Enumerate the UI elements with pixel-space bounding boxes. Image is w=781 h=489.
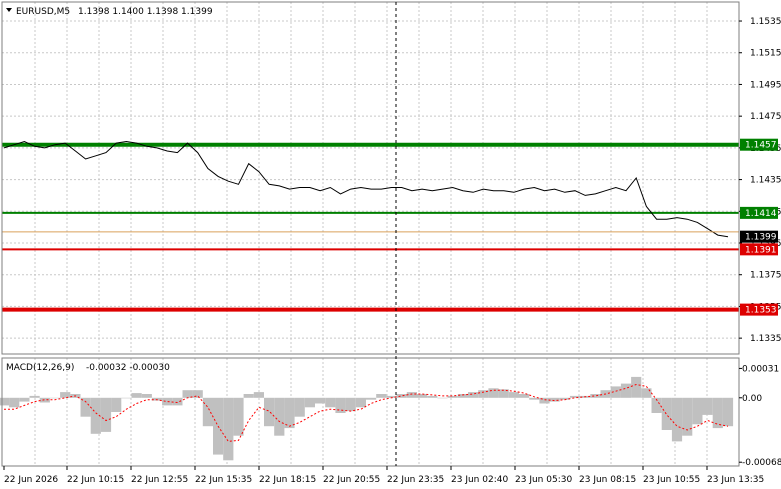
time-tick-label: 22 Jun 23:35 (387, 475, 444, 485)
macd-bar (590, 394, 601, 398)
macd-bar (702, 397, 713, 415)
macd-bar (396, 394, 407, 398)
macd-tick-label: -0.00068 (742, 458, 781, 468)
time-tick-label: 23 Jun 10:55 (643, 475, 700, 485)
macd-bar (620, 383, 632, 398)
macd-bar (345, 397, 356, 412)
symbol-label: EURUSD,M5 (16, 7, 70, 17)
macd-bar (162, 397, 173, 406)
macd-bar (508, 392, 519, 398)
macd-bar (49, 397, 61, 399)
time-tick-label: 22 Jun 18:15 (259, 475, 316, 485)
macd-bar (569, 395, 581, 398)
macd-bar (80, 397, 91, 417)
time-tick-label: 23 Jun 05:30 (515, 475, 572, 485)
macd-bar (223, 397, 234, 461)
macd-bar (172, 397, 183, 406)
level-tag-label: 1.1414 (745, 209, 777, 219)
macd-bar (335, 397, 346, 413)
macd-bar (264, 397, 275, 427)
macd-bar (376, 394, 387, 398)
macd-bar (488, 388, 499, 398)
macd-bar (304, 397, 315, 408)
macd-bar (661, 397, 672, 430)
macd-bar (692, 397, 703, 425)
price-tick-label: 1.1375 (750, 271, 781, 281)
macd-bar (641, 388, 652, 398)
time-tick-label: 23 Jun 02:40 (451, 475, 508, 485)
price-tick-label: 1.1535 (750, 17, 781, 27)
time-tick-label: 23 Jun 13:35 (707, 475, 764, 485)
macd-bar (294, 397, 305, 417)
macd-bar (253, 392, 264, 398)
macd-bar (121, 397, 132, 399)
level-tag-label: 1.1457 (745, 141, 777, 151)
price-tick-label: 1.1435 (750, 176, 781, 186)
macd-bar (9, 397, 20, 408)
macd-bar (111, 397, 122, 412)
time-tick-label: 22 Jun 15:35 (195, 475, 252, 485)
macd-bar (712, 397, 723, 429)
macd-bar (243, 394, 254, 398)
macd-bar (202, 397, 213, 427)
chart-header: EURUSD,M5 1.1398 1.1400 1.1398 1.1399 (6, 7, 213, 17)
time-tick-label: 22 Jun 20:55 (323, 475, 380, 485)
macd-bar (192, 390, 203, 398)
macd-bar (315, 397, 326, 404)
time-tick-label: 22 Jun 10:15 (67, 475, 124, 485)
macd-bar (131, 393, 142, 398)
macd-bar (233, 397, 244, 436)
macd-bar (29, 395, 40, 398)
macd-bar (100, 397, 112, 432)
level-tag-label: 1.1353 (745, 306, 777, 316)
time-tick-label: 23 Jun 08:15 (579, 475, 636, 485)
macd-bar (325, 397, 336, 408)
macd-tick-label: 0.00 (742, 394, 762, 404)
price-tick-label: 1.1515 (750, 49, 781, 59)
macd-label: MACD(12,26,9) (6, 363, 74, 373)
price-tick-label: 1.1335 (750, 334, 781, 344)
macd-bar (437, 397, 448, 399)
time-tick-label: 22 Jun 12:55 (131, 475, 188, 485)
macd-bar (141, 394, 152, 398)
macd-bar (468, 392, 479, 398)
macd-bar (631, 376, 642, 398)
price-tick-label: 1.1495 (750, 80, 781, 90)
level-tag-label: 1.1391 (745, 245, 777, 255)
macd-bar (19, 397, 30, 402)
macd-bar (366, 397, 377, 400)
macd-bar (0, 397, 10, 406)
macd-bar (274, 397, 285, 436)
macd-tick-label: 0.00031 (742, 364, 779, 374)
trading-chart[interactable]: 1.15351.15151.14951.14751.14551.14351.14… (0, 0, 781, 489)
macd-bar (722, 397, 734, 427)
macd-bar (417, 394, 428, 398)
macd-bar (427, 395, 438, 398)
macd-bar (519, 394, 530, 398)
time-tick-label: 22 Jun 2026 (4, 475, 58, 485)
current-price-label: 1.1399 (745, 233, 777, 243)
ohlc-values: 1.1398 1.1400 1.1398 1.1399 (78, 7, 213, 17)
price-tick-label: 1.1475 (750, 112, 781, 122)
macd-values: -0.00032 -0.00030 (86, 363, 170, 373)
macd-bar (447, 395, 458, 398)
macd-bar (549, 397, 560, 402)
macd-bar (284, 397, 295, 429)
macd-bar (671, 397, 683, 442)
macd-bar (355, 397, 366, 408)
macd-bar (60, 392, 71, 398)
